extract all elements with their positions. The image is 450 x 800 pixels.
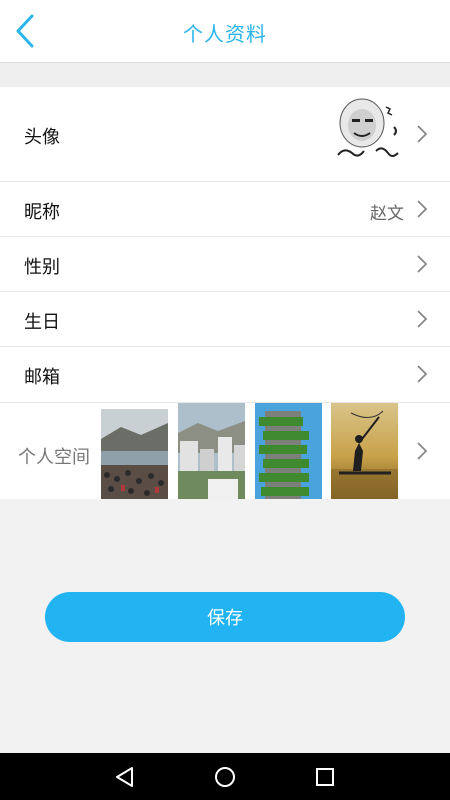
profile-list: 头像 昵称 赵文 性别 生日 邮箱 个人空间 bbox=[0, 87, 450, 499]
chevron-right-icon bbox=[417, 442, 428, 460]
chevron-right-icon bbox=[417, 365, 428, 383]
back-triangle-icon[interactable] bbox=[113, 765, 137, 789]
row-email[interactable]: 邮箱 bbox=[0, 347, 450, 403]
row-label: 邮箱 bbox=[24, 367, 60, 388]
section-gap bbox=[0, 63, 450, 87]
recents-square-icon[interactable] bbox=[313, 765, 337, 789]
fisherman-sunset-photo[interactable] bbox=[331, 403, 398, 499]
row-label: 昵称 bbox=[24, 202, 60, 223]
page-title: 个人资料 bbox=[183, 22, 267, 46]
row-birthday[interactable]: 生日 bbox=[0, 292, 450, 347]
home-circle-icon[interactable] bbox=[213, 765, 237, 789]
chevron-right-icon bbox=[417, 255, 428, 273]
row-personal-space[interactable]: 个人空间 bbox=[0, 403, 450, 499]
row-gender[interactable]: 性别 bbox=[0, 237, 450, 292]
avatar[interactable] bbox=[332, 97, 404, 169]
row-label: 生日 bbox=[24, 312, 60, 333]
row-nickname[interactable]: 昵称 赵文 bbox=[0, 182, 450, 237]
green-tower-photo[interactable] bbox=[255, 403, 322, 499]
crowd-by-sea-photo[interactable] bbox=[101, 409, 168, 499]
row-label: 头像 bbox=[24, 127, 60, 148]
city-buildings-photo[interactable] bbox=[178, 403, 245, 499]
system-navigation-bar bbox=[0, 753, 450, 800]
row-label: 性别 bbox=[24, 257, 60, 278]
top-bar: 个人资料 bbox=[0, 0, 450, 63]
chevron-right-icon bbox=[417, 310, 428, 328]
row-avatar[interactable]: 头像 bbox=[0, 87, 450, 182]
chevron-right-icon bbox=[417, 200, 428, 218]
row-label: 个人空间 bbox=[18, 447, 90, 468]
chevron-right-icon bbox=[417, 125, 428, 143]
nickname-value: 赵文 bbox=[370, 204, 404, 224]
save-button[interactable]: 保存 bbox=[45, 592, 405, 642]
